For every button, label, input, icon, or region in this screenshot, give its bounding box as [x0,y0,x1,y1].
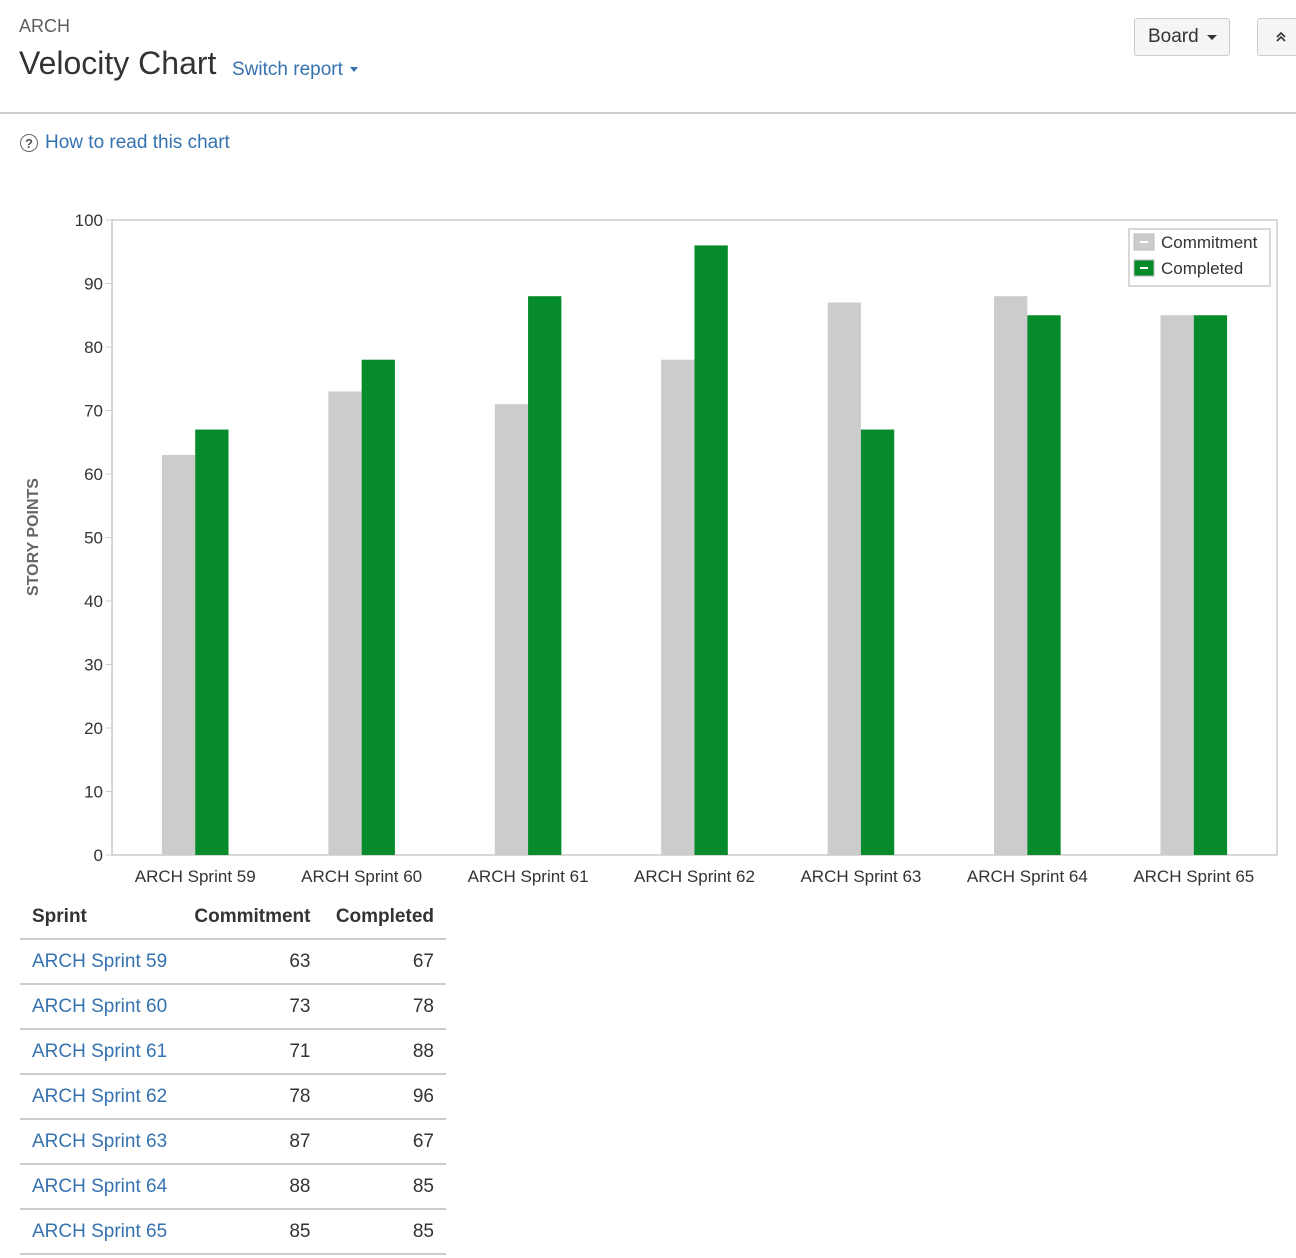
caret-down-icon [1206,34,1217,40]
bar-completed-1 [195,429,229,855]
bar-commitment-2 [328,391,362,855]
completed-cell: 67 [322,939,446,985]
sprint-link[interactable]: ARCH Sprint 60 [20,984,181,1030]
question-circle-icon: ? [20,134,38,152]
sprint-link[interactable]: ARCH Sprint 62 [20,1074,181,1120]
y-tick-label: 10 [84,783,103,802]
board-button-label: Board [1148,26,1199,47]
legend-label: Completed [1161,259,1243,278]
completed-cell: 96 [322,1074,446,1120]
bar-completed-2 [361,359,395,855]
velocity-table: Sprint Commitment Completed ARCH Sprint 59… [20,895,446,1255]
bar-commitment-7 [1160,315,1194,855]
completed-cell: 78 [322,984,446,1030]
bar-commitment-4 [661,359,695,855]
completed-cell: 67 [322,1119,446,1165]
table-row: ARCH Sprint 65 85 85 [20,1209,446,1255]
y-tick-label: 20 [84,719,103,738]
velocity-chart: 0 10 20 30 40 50 60 70 80 90 100 STORY POINTS ARCH S… [25,211,1278,886]
sprint-link[interactable]: ARCH Sprint 65 [20,1209,181,1255]
commitment-cell: 63 [180,939,323,985]
bar-completed-4 [694,245,728,855]
sprint-link[interactable]: ARCH Sprint 63 [20,1119,181,1165]
page-title: Velocity Chart [19,45,217,81]
sprint-link[interactable]: ARCH Sprint 59 [20,939,181,985]
x-tick-label: ARCH Sprint 62 [634,867,755,886]
table-row: ARCH Sprint 63 87 67 [20,1119,446,1165]
bar-completed-6 [1027,315,1061,855]
y-tick-label: 100 [75,211,103,230]
commitment-cell: 85 [180,1209,323,1255]
bar-commitment-1 [161,454,196,855]
bar-completed-7 [1193,315,1228,855]
y-tick-label: 60 [84,465,103,484]
bar-commitment-6 [994,296,1028,855]
y-tick-label: 0 [94,846,103,865]
column-header-sprint: Sprint [20,895,181,940]
switch-report-dropdown[interactable]: Switch report [232,59,358,81]
legend-swatch-mark [1140,267,1148,269]
bar-completed-5 [860,429,895,855]
commitment-cell: 78 [180,1074,323,1120]
switch-report-label: Switch report [232,59,343,80]
y-tick-label: 40 [84,592,103,611]
x-tick-label: ARCH Sprint 59 [135,867,256,886]
header-divider [0,112,1296,114]
board-button[interactable]: Board [1134,18,1230,56]
project-name: ARCH [19,16,71,36]
y-tick-label: 80 [84,338,103,357]
table-body: ARCH Sprint 59 63 67 ARCH Sprint 60 73 78 ARCH… [20,939,446,1255]
bar-commitment-5 [827,302,861,855]
table-header-row: Sprint Commitment Completed [20,895,446,940]
commitment-cell: 71 [180,1029,323,1075]
x-tick-label: ARCH Sprint 65 [1133,867,1254,886]
table-row: ARCH Sprint 60 73 78 [20,984,446,1030]
completed-cell: 85 [322,1209,446,1255]
x-tick-label: ARCH Sprint 60 [301,867,422,886]
completed-cell: 88 [322,1029,446,1075]
commitment-cell: 87 [180,1119,323,1165]
sprint-link[interactable]: ARCH Sprint 61 [20,1029,181,1075]
x-tick-label: ARCH Sprint 61 [468,867,589,886]
y-tick-label: 70 [84,402,103,421]
x-tick-label: ARCH Sprint 64 [967,867,1088,886]
y-tick-label: 50 [84,529,103,548]
legend-swatch-mark [1140,241,1148,243]
x-tick-label: ARCH Sprint 63 [800,867,921,886]
y-axis-label: STORY POINTS [25,478,42,596]
table-row: ARCH Sprint 64 88 85 [20,1164,446,1210]
commitment-cell: 88 [180,1164,323,1210]
column-header-commitment: Commitment [180,895,323,940]
column-header-completed: Completed [322,895,446,940]
how-to-read-link[interactable]: ? How to read this chart [20,132,230,154]
table-row: ARCH Sprint 62 78 96 [20,1074,446,1120]
table-row: ARCH Sprint 59 63 67 [20,939,446,985]
commitment-cell: 73 [180,984,323,1030]
table-row: ARCH Sprint 61 71 88 [20,1029,446,1075]
how-to-read-label: How to read this chart [45,132,230,153]
chevron-down-icon [349,67,358,73]
legend-label: Commitment [1161,233,1258,252]
bar-commitment-3 [494,404,529,855]
bar-completed-3 [528,296,562,855]
collapse-button[interactable] [1257,18,1296,56]
double-chevron-up-icon [1276,31,1286,42]
completed-cell: 85 [322,1164,446,1210]
sprint-link[interactable]: ARCH Sprint 64 [20,1164,181,1210]
y-tick-label: 30 [84,656,103,675]
y-tick-label: 90 [84,275,103,294]
